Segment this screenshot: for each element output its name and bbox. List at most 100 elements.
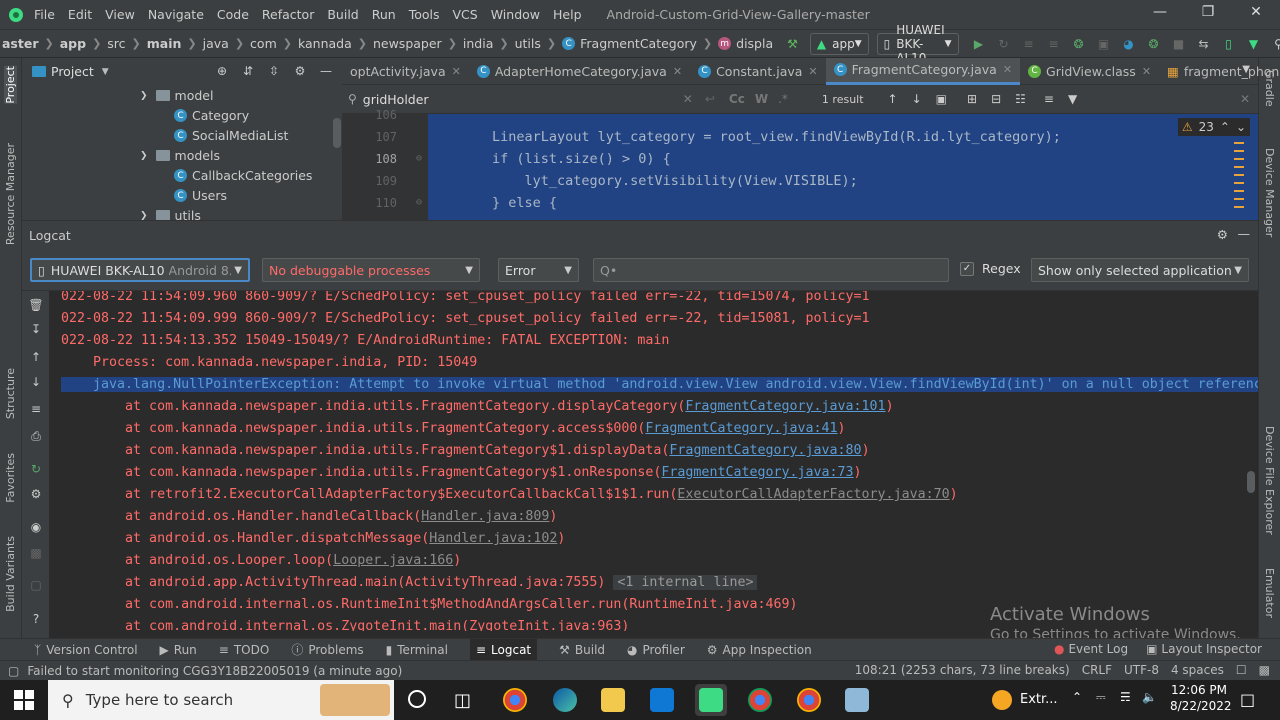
- mail-icon[interactable]: [650, 688, 674, 712]
- crumb-main[interactable]: main: [147, 36, 182, 51]
- regex-checkbox[interactable]: ✓: [960, 261, 974, 276]
- restore-button[interactable]: ❐: [1184, 4, 1232, 20]
- debug-icon[interactable]: ❂: [1071, 36, 1087, 52]
- fold-icon[interactable]: ⊖: [416, 197, 422, 208]
- source-link[interactable]: FragmentCategory.java:41: [645, 421, 837, 436]
- error-stripe-markers[interactable]: [1234, 142, 1244, 212]
- fold-icon[interactable]: ⊖: [416, 153, 422, 164]
- menu-window[interactable]: Window: [491, 7, 540, 22]
- menu-navigate[interactable]: Navigate: [148, 7, 204, 22]
- words-toggle[interactable]: W: [755, 92, 768, 106]
- windows-start-icon[interactable]: [14, 690, 34, 710]
- log-level-dropdown[interactable]: Error ▼: [498, 258, 579, 282]
- tool-terminal[interactable]: ▮ Terminal: [386, 643, 448, 657]
- filter-list-icon[interactable]: ≡: [1044, 92, 1054, 106]
- menu-refactor[interactable]: Refactor: [262, 7, 314, 22]
- crumb-india[interactable]: india: [463, 36, 493, 51]
- tab-constant[interactable]: C Constant.java ✕: [690, 58, 826, 85]
- log-search-input[interactable]: Q•: [593, 258, 949, 282]
- tree-class-socialmedialist[interactable]: C SocialMediaList: [174, 128, 288, 143]
- hide-icon[interactable]: —: [1238, 226, 1251, 241]
- edge-icon[interactable]: [553, 688, 577, 712]
- close-icon[interactable]: ✕: [673, 65, 682, 78]
- trash-icon[interactable]: 🗑: [28, 297, 44, 313]
- library-source-link[interactable]: Handler.java:809: [421, 509, 549, 524]
- close-icon[interactable]: ✕: [1142, 65, 1151, 78]
- project-scrollbar[interactable]: [333, 118, 341, 148]
- sdk-manager-icon[interactable]: ▼: [1246, 36, 1262, 52]
- apply-code-icon[interactable]: ≡: [1046, 36, 1062, 52]
- remove-occurrence-icon[interactable]: ⊟: [991, 92, 1001, 106]
- library-source-link[interactable]: Looper.java:166: [333, 553, 453, 568]
- crumb-java[interactable]: java: [203, 36, 229, 51]
- tool-todo[interactable]: ≡ TODO: [219, 643, 270, 657]
- source-link[interactable]: FragmentCategory.java:80: [669, 443, 861, 458]
- weather-icon[interactable]: [992, 690, 1012, 710]
- chrome-profile-icon[interactable]: [748, 688, 772, 712]
- rerun-icon[interactable]: ↻: [996, 36, 1012, 52]
- crumb-method[interactable]: displa: [736, 36, 773, 51]
- print-icon[interactable]: ⎙: [28, 428, 44, 444]
- gear-icon[interactable]: ⚙: [1217, 227, 1228, 242]
- menu-view[interactable]: View: [105, 7, 135, 22]
- source-link[interactable]: FragmentCategory.java:101: [685, 399, 885, 414]
- process-dropdown[interactable]: No debuggable processes ▼: [262, 258, 480, 282]
- device-select[interactable]: ▯ HUAWEI BKK-AL10 ▼: [876, 23, 959, 65]
- toggle-search-icon[interactable]: ☷: [1015, 92, 1026, 106]
- tree-class-category[interactable]: C Category: [174, 108, 249, 123]
- wifi-icon[interactable]: ☴: [1120, 690, 1131, 704]
- tree-class-users[interactable]: C Users: [174, 188, 227, 203]
- filter-icon[interactable]: ▼: [1068, 92, 1077, 106]
- crumb-src[interactable]: src: [107, 36, 125, 51]
- profile-icon[interactable]: ◕: [1121, 36, 1137, 52]
- history-icon[interactable]: ↩: [705, 92, 715, 106]
- app-filter-dropdown[interactable]: Show only selected application ▼: [1031, 258, 1249, 282]
- square-icon[interactable]: ▢: [28, 577, 44, 593]
- status-toggle-icon[interactable]: ▢: [8, 664, 19, 678]
- device-dropdown[interactable]: ▯ HUAWEI BKK-AL10 Android 8.1.0 ▼: [30, 258, 250, 282]
- locate-icon[interactable]: ⊕: [214, 63, 230, 79]
- file-encoding[interactable]: UTF-8: [1124, 663, 1159, 677]
- code-area[interactable]: LinearLayout lyt_category = root_view.fi…: [428, 114, 1258, 220]
- scroll-to-end-icon[interactable]: ↧: [28, 321, 44, 337]
- taskbar-search[interactable]: ⚲ Type here to search: [48, 680, 394, 720]
- chevron-up-icon[interactable]: ⌃: [1220, 120, 1230, 134]
- search-icon[interactable]: ⚲: [1271, 36, 1280, 52]
- help-icon[interactable]: ?: [28, 611, 44, 627]
- attach-debugger-icon[interactable]: ▣: [1096, 36, 1112, 52]
- crumb-app[interactable]: app: [60, 36, 86, 51]
- menu-help[interactable]: Help: [553, 7, 582, 22]
- hammer-icon[interactable]: ⚒: [787, 36, 798, 52]
- tree-class-callbackcategories[interactable]: C CallbackCategories: [174, 168, 312, 183]
- find-input[interactable]: gridHolder: [363, 92, 683, 107]
- menu-vcs[interactable]: VCS: [453, 7, 478, 22]
- source-link[interactable]: FragmentCategory.java:73: [661, 465, 853, 480]
- favorites-tab[interactable]: Favorites: [4, 453, 17, 503]
- tool-logcat[interactable]: ≡ Logcat: [469, 638, 538, 661]
- video-icon[interactable]: ▩: [28, 545, 44, 561]
- soft-wrap-icon[interactable]: ≡: [28, 401, 44, 417]
- menu-build[interactable]: Build: [327, 7, 358, 22]
- close-find-icon[interactable]: ✕: [1240, 92, 1250, 106]
- close-icon[interactable]: ✕: [808, 65, 817, 78]
- file-explorer-icon[interactable]: [601, 688, 625, 712]
- tab-fragmentcategory[interactable]: C FragmentCategory.java ✕: [825, 57, 1021, 85]
- memory-icon[interactable]: ▩: [1259, 663, 1270, 677]
- tabs-overflow-icon[interactable]: ▼: [1242, 64, 1250, 75]
- select-all-occurrences-icon[interactable]: ▣: [936, 92, 947, 106]
- project-tool-tab[interactable]: Project: [4, 66, 17, 104]
- tree-folder-model[interactable]: ❯ model: [140, 88, 213, 103]
- structure-tab[interactable]: Structure: [4, 368, 17, 419]
- menu-run[interactable]: Run: [372, 7, 396, 22]
- close-icon[interactable]: ✕: [452, 65, 461, 78]
- crumb-newspaper[interactable]: newspaper: [373, 36, 442, 51]
- inspection-widget[interactable]: ⚠ 23 ⌃ ⌄: [1177, 118, 1250, 136]
- coverage-icon[interactable]: ❂: [1146, 36, 1162, 52]
- tool-profiler[interactable]: ◕ Profiler: [627, 643, 685, 657]
- device-file-explorer-tab[interactable]: Device File Explorer: [1263, 426, 1276, 535]
- menu-code[interactable]: Code: [217, 7, 249, 22]
- tool-run[interactable]: ▶ Run: [160, 643, 197, 657]
- chevron-down-icon[interactable]: ⌄: [1236, 120, 1246, 134]
- line-separator[interactable]: CRLF: [1082, 663, 1112, 677]
- clock[interactable]: 12:06 PM 8/22/2022: [1170, 683, 1232, 713]
